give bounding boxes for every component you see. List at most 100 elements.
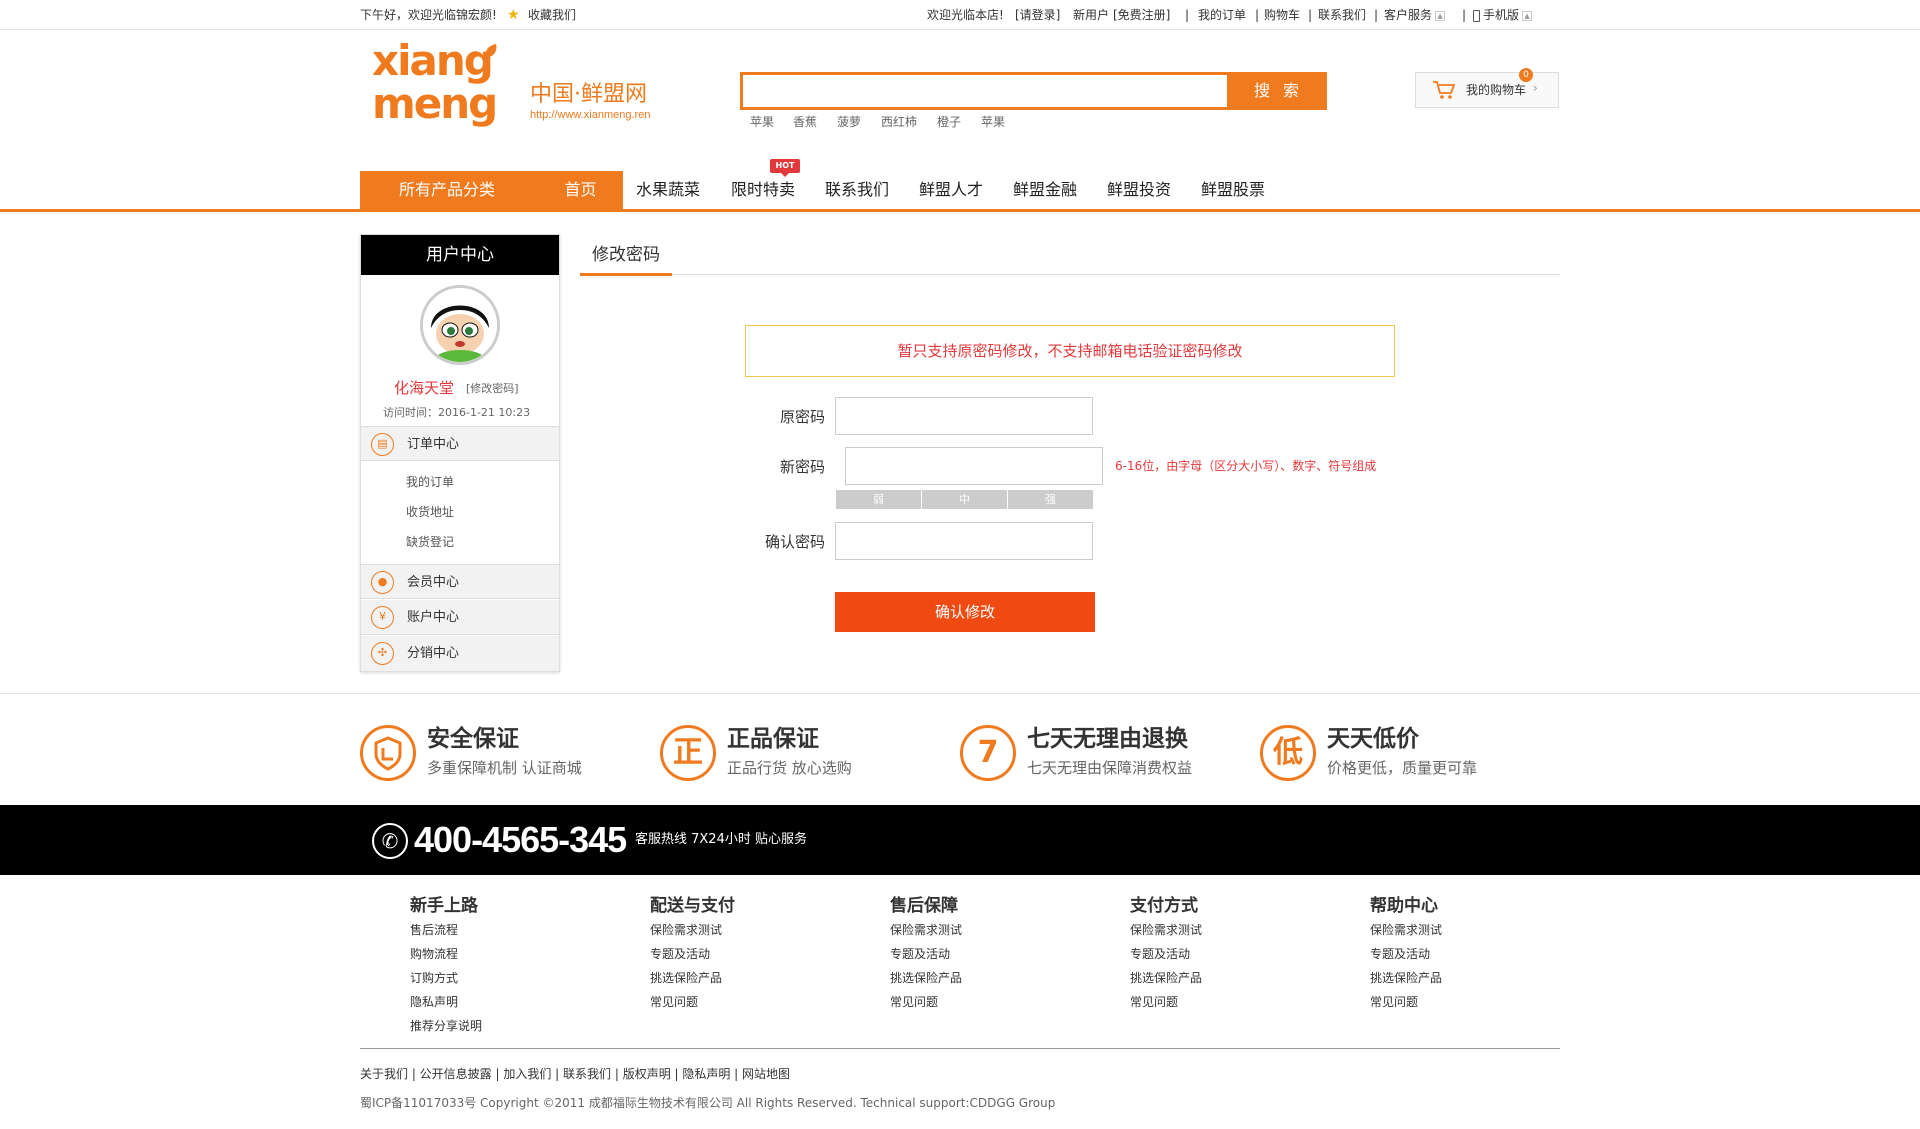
yen-icon: ¥ <box>371 606 394 629</box>
footer-link[interactable]: 挑选保险产品 <box>650 970 722 986</box>
phone-icon: ✆ <box>372 823 408 859</box>
separator: | <box>1374 8 1379 22</box>
old-password-field[interactable] <box>835 397 1093 435</box>
sidebar-item-member-center[interactable]: ● 会员中心 <box>361 564 559 599</box>
footer-link[interactable]: 保险需求测试 <box>890 922 962 938</box>
footer-link[interactable]: 常见问题 <box>1370 994 1418 1010</box>
footer-link[interactable]: 保险需求测试 <box>1370 922 1442 938</box>
customer-service-menu[interactable]: 客户服务 ▲ <box>1384 0 1446 30</box>
hot-word-link[interactable]: 橙子 <box>937 114 961 130</box>
visit-time: 访问时间：2016-1-21 10:23 <box>383 406 531 419</box>
footer-link[interactable]: 专题及活动 <box>890 946 950 962</box>
contact-link[interactable]: 联系我们 <box>1318 0 1366 30</box>
nav-item-talent[interactable]: 鲜盟人才 <box>919 171 983 209</box>
footer-link[interactable]: 售后流程 <box>410 922 458 938</box>
hot-word-link[interactable]: 香蕉 <box>793 114 817 130</box>
nav-item-investment[interactable]: 鲜盟投资 <box>1107 171 1171 209</box>
change-password-link[interactable]: [修改密码] <box>466 381 519 397</box>
chevron-right-icon: › <box>1533 81 1538 95</box>
customer-service-label: 客户服务 <box>1384 8 1433 22</box>
footer-bottom-links[interactable]: 关于我们 | 公开信息披露 | 加入我们 | 联系我们 | 版权声明 | 隐私声… <box>360 1066 790 1082</box>
top-bar: 下午好，欢迎光临锦宏颜! ★ 收藏我们 欢迎光临本店! [请登录] 新用户 [免… <box>0 0 1920 30</box>
footer-link[interactable]: 专题及活动 <box>650 946 710 962</box>
hot-badge: HOT <box>770 159 800 177</box>
footer-link[interactable]: 隐私声明 <box>410 994 458 1010</box>
sidebar-item-label: 订单中心 <box>407 437 460 452</box>
footer-link[interactable]: 保险需求测试 <box>650 922 722 938</box>
avatar-image <box>423 288 497 362</box>
hot-word-link[interactable]: 西红柿 <box>881 114 917 130</box>
sidebar-subitem-address[interactable]: 收货地址 <box>406 504 454 520</box>
footer-link[interactable]: 挑选保险产品 <box>890 970 962 986</box>
register-link[interactable]: [免费注册] <box>1113 0 1170 30</box>
cart-label: 我的购物车 <box>1466 83 1527 97</box>
mobile-label: 手机版 <box>1483 8 1520 22</box>
star-icon: ★ <box>507 7 520 23</box>
my-orders-link[interactable]: 我的订单 <box>1198 0 1246 30</box>
strength-strong: 强 <box>1008 490 1093 509</box>
new-password-field[interactable] <box>845 447 1103 485</box>
separator: | <box>1462 8 1467 22</box>
mobile-version-link[interactable]: 手机版 ▲ <box>1473 0 1533 30</box>
guarantee-title: 正品保证 <box>727 726 819 752</box>
nav-item-fruit-veg[interactable]: 水果蔬菜 <box>636 171 700 209</box>
welcome-text: 欢迎光临本店! <box>927 8 1004 22</box>
sidebar-item-distribution-center[interactable]: ✣ 分销中心 <box>361 636 559 671</box>
footer-link[interactable]: 推荐分享说明 <box>410 1018 482 1034</box>
divider <box>0 693 1920 694</box>
sidebar-subitem-out-of-stock[interactable]: 缺货登记 <box>406 534 454 550</box>
footer-column-title: 支付方式 <box>1130 896 1198 916</box>
nav-item-stock[interactable]: 鲜盟股票 <box>1201 171 1265 209</box>
footer-link[interactable]: 专题及活动 <box>1370 946 1430 962</box>
confirm-password-field[interactable] <box>835 522 1093 560</box>
separator: | <box>1185 8 1190 22</box>
all-categories-menu[interactable]: 所有产品分类 <box>360 171 538 209</box>
hotline-number: 400-4565-345 <box>414 819 627 860</box>
footer-link[interactable]: 挑选保险产品 <box>1370 970 1442 986</box>
sidebar-item-account-center[interactable]: ¥ 账户中心 <box>361 600 559 635</box>
guarantee-subtitle: 正品行货 放心选购 <box>727 759 852 777</box>
hot-word-link[interactable]: 苹果 <box>981 114 1005 130</box>
hot-word-link[interactable]: 苹果 <box>750 114 774 130</box>
footer-link[interactable]: 常见问题 <box>890 994 938 1010</box>
genuine-icon: 正 <box>660 725 716 781</box>
footer-link[interactable]: 常见问题 <box>1130 994 1178 1010</box>
login-link[interactable]: [请登录] <box>1015 0 1060 30</box>
cart-link[interactable]: 购物车 <box>1264 0 1300 30</box>
network-icon: ✣ <box>371 642 394 665</box>
footer-link[interactable]: 订购方式 <box>410 970 458 986</box>
nav-home[interactable]: 首页 <box>538 171 623 209</box>
guarantee-subtitle: 多重保障机制 认证商城 <box>427 759 582 777</box>
footer-link[interactable]: 专题及活动 <box>1130 946 1190 962</box>
strength-medium: 中 <box>922 490 1007 509</box>
cart-icon <box>1433 81 1456 99</box>
search-button[interactable]: 搜 索 <box>1230 72 1327 110</box>
footer-link[interactable]: 保险需求测试 <box>1130 922 1202 938</box>
search-input[interactable] <box>740 72 1230 110</box>
guarantee-subtitle: 价格更低，质量更可靠 <box>1327 759 1478 777</box>
footer-link[interactable]: 挑选保险产品 <box>1130 970 1202 986</box>
nav-item-contact[interactable]: 联系我们 <box>825 171 889 209</box>
sidebar-item-label: 账户中心 <box>407 610 460 625</box>
confirm-change-button[interactable]: 确认修改 <box>835 592 1095 632</box>
document-icon: ▤ <box>371 433 394 456</box>
copyright: 蜀ICP备11017033号 Copyright ©2011 成都福际生物技术有… <box>360 1096 1056 1110</box>
confirm-password-label: 确认密码 <box>764 533 825 551</box>
sidebar-item-label: 分销中心 <box>407 646 460 661</box>
sidebar-subitem-my-orders[interactable]: 我的订单 <box>406 474 454 490</box>
sidebar-item-order-center[interactable]: ▤ 订单中心 <box>361 426 559 461</box>
caret-up-icon: ▲ <box>1435 10 1446 21</box>
avatar[interactable] <box>420 285 500 365</box>
old-password-label: 原密码 <box>779 408 825 426</box>
footer-link[interactable]: 购物流程 <box>410 946 458 962</box>
guarantee-title: 七天无理由退换 <box>1027 726 1188 752</box>
footer-column-title: 配送与支付 <box>650 896 735 916</box>
greeting-text: 下午好，欢迎光临锦宏颜! <box>360 8 497 22</box>
footer-link[interactable]: 常见问题 <box>650 994 698 1010</box>
hot-word-link[interactable]: 菠萝 <box>837 114 861 130</box>
favorite-link[interactable]: 收藏我们 <box>528 0 576 30</box>
username: 化海天堂 <box>394 379 455 397</box>
tab-change-password[interactable]: 修改密码 <box>580 240 672 276</box>
nav-item-finance[interactable]: 鲜盟金融 <box>1013 171 1077 209</box>
sidebar-title: 用户中心 <box>361 235 559 275</box>
